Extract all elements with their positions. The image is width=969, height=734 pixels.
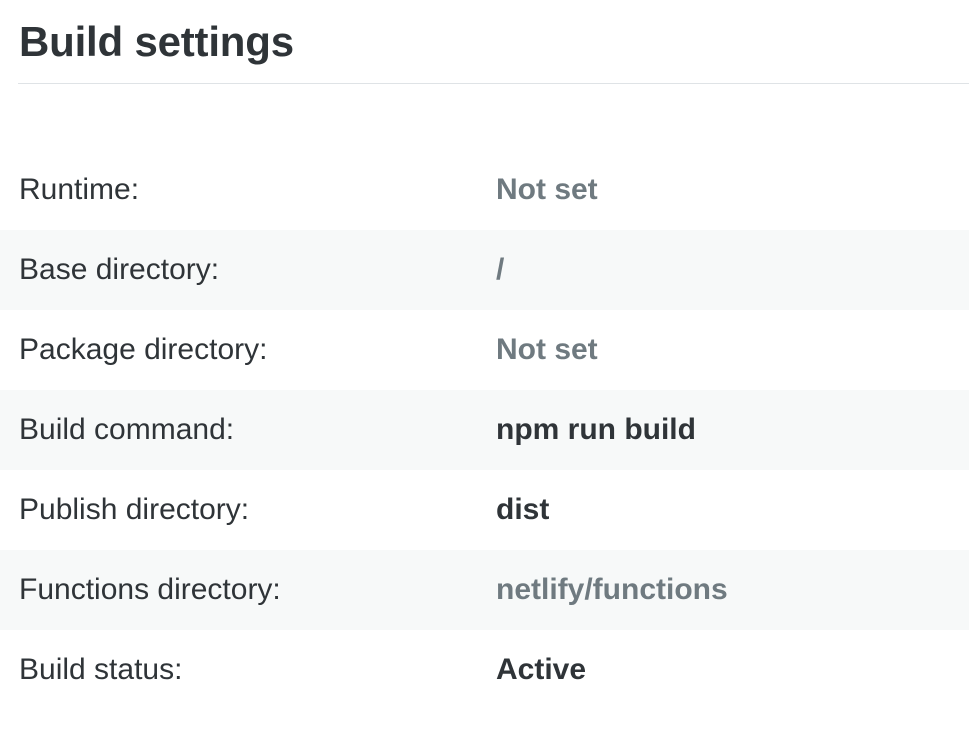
page-title: Build settings [19,18,294,65]
setting-value: Not set [496,173,598,206]
setting-label: Runtime: [19,173,140,206]
title-divider [18,83,969,84]
setting-row-build-status: Build status: Active [0,630,969,710]
setting-label: Package directory: [19,333,268,366]
setting-label: Functions directory: [19,573,281,606]
setting-row-package-directory: Package directory: Not set [0,310,969,390]
setting-row-runtime: Runtime: Not set [0,150,969,230]
setting-label: Publish directory: [19,493,250,526]
setting-row-base-directory: Base directory: / [0,230,969,310]
setting-row-publish-directory: Publish directory: dist [0,470,969,550]
setting-value: npm run build [496,413,696,446]
settings-list: Runtime: Not set Base directory: / Packa… [0,150,969,710]
setting-value: Not set [496,333,598,366]
setting-row-functions-directory: Functions directory: netlify/functions [0,550,969,630]
status-badge: Active [496,653,587,686]
setting-value: dist [496,493,550,526]
build-settings-panel: Build settings Runtime: Not set Base dir… [0,0,969,734]
setting-label: Build command: [19,413,235,446]
setting-label: Base directory: [19,253,220,286]
setting-row-build-command: Build command: npm run build [0,390,969,470]
setting-value: / [496,253,505,286]
setting-value: netlify/functions [496,573,728,606]
setting-label: Build status: [19,653,183,686]
